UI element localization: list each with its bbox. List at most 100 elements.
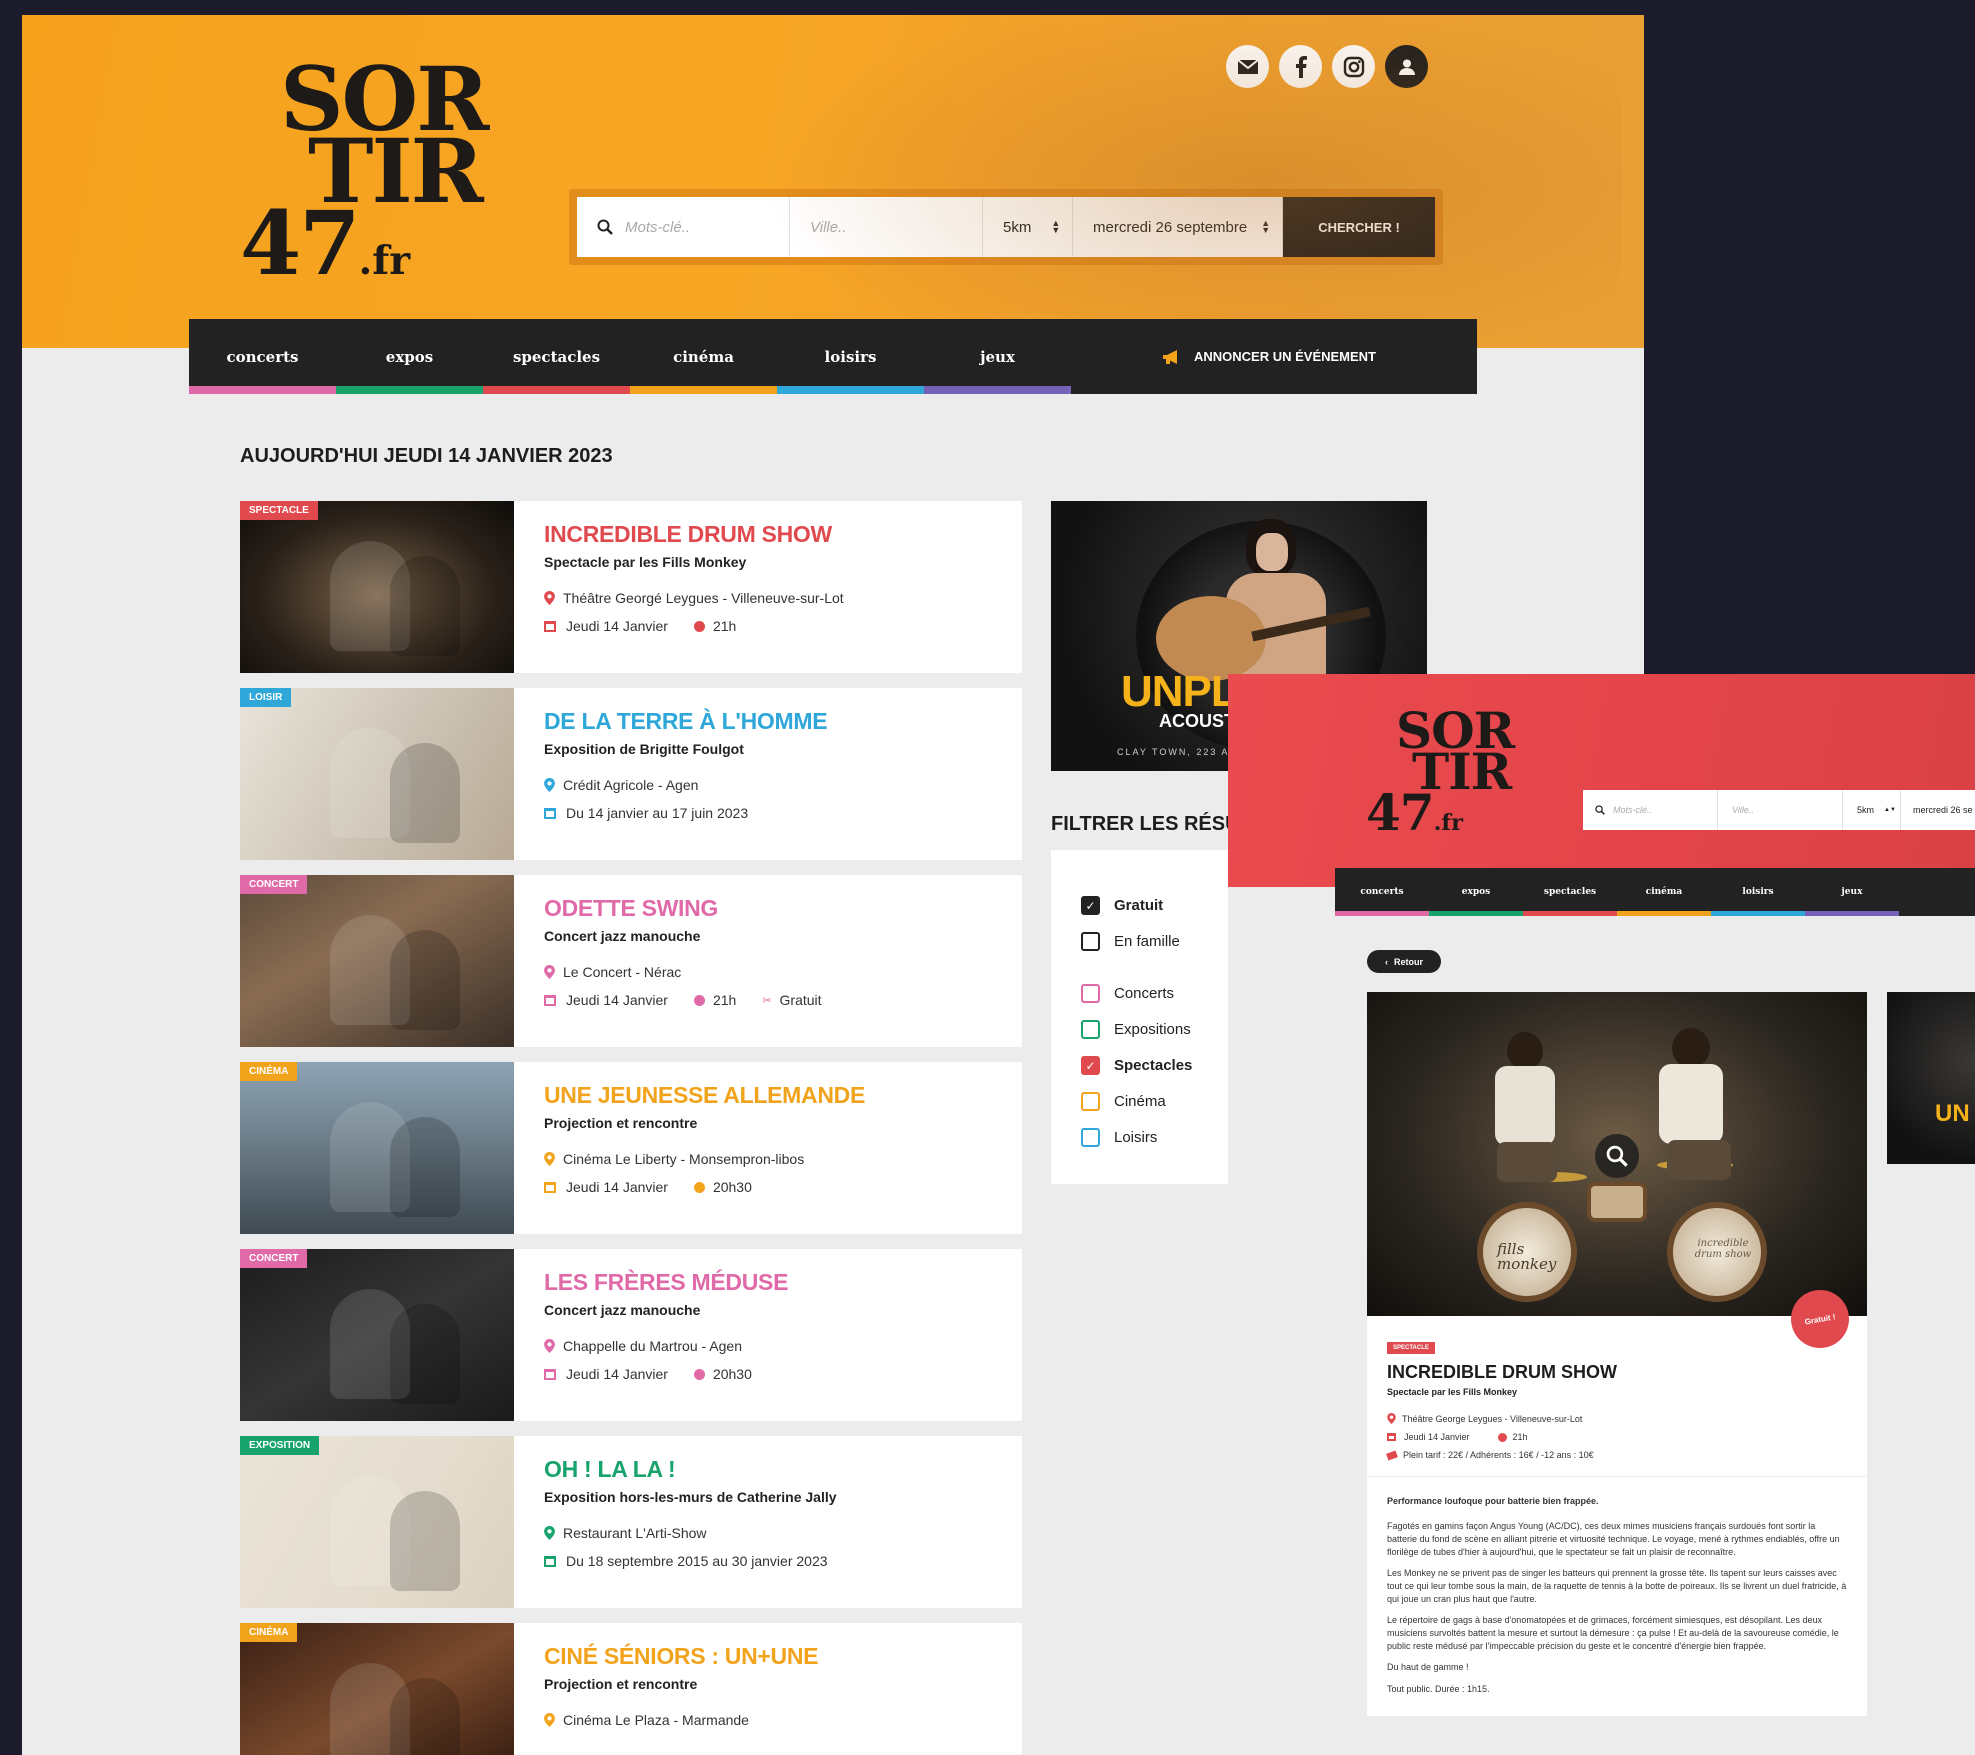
filter-title: FILTRER LES RÉSUL xyxy=(1051,813,1252,835)
nav-color-bar xyxy=(1617,911,1711,916)
back-button[interactable]: ‹ Retour xyxy=(1367,950,1441,973)
event-place-row: Restaurant L'Arti-Show xyxy=(544,1525,837,1541)
city-field[interactable]: Ville.. xyxy=(1718,790,1843,830)
announce-event-button[interactable]: ANNONCER UN ÉVÉNEMENT xyxy=(1071,319,1477,394)
filter-label: Concerts xyxy=(1114,985,1175,1002)
event-thumbnail[interactable]: CONCERT xyxy=(240,1249,514,1421)
category-tag: LOISIR xyxy=(240,688,292,707)
nav-label: jeux xyxy=(1841,887,1863,897)
event-title[interactable]: LES FRÈRES MÉDUSE xyxy=(544,1269,788,1296)
event-thumbnail[interactable]: SPECTACLE xyxy=(240,501,514,673)
event-date-row: Jeudi 14 Janvier 20h30 xyxy=(544,1366,788,1382)
ticket-icon xyxy=(1386,1450,1398,1460)
instagram-icon[interactable] xyxy=(1332,45,1375,88)
nav-label: loisirs xyxy=(824,347,877,366)
event-thumbnail[interactable]: EXPOSITION xyxy=(240,1436,514,1608)
detail-nav-item-1[interactable]: expos xyxy=(1429,868,1523,916)
user-icon[interactable] xyxy=(1385,45,1428,88)
announce-label: ANNONCER UN ÉVÉNEMENT xyxy=(1193,349,1376,364)
filter-option[interactable]: Loisirs xyxy=(1081,1128,1157,1147)
nav-item-2[interactable]: spectacles xyxy=(483,319,630,394)
zoom-button[interactable] xyxy=(1595,1134,1639,1178)
nav-label: spectacles xyxy=(512,347,601,366)
mail-icon[interactable] xyxy=(1226,45,1269,88)
radius-select[interactable]: 5km ▲▼ xyxy=(1843,790,1901,830)
nav-item-0[interactable]: concerts xyxy=(189,319,336,394)
bass-drum-right: incredible drum show xyxy=(1667,1202,1767,1302)
ad-person-face xyxy=(1256,533,1288,571)
performer-legs xyxy=(1667,1140,1731,1180)
detail-nav-item-3[interactable]: cinéma xyxy=(1617,868,1711,916)
site-logo[interactable]: SOR TIR 47.fr xyxy=(1366,706,1515,838)
event-card[interactable]: CINÉMA CINÉ SÉNIORS : UN+UNE Projection et… xyxy=(240,1623,1022,1755)
detail-nav-item-2[interactable]: spectacles xyxy=(1523,868,1617,916)
checkbox[interactable] xyxy=(1081,1128,1100,1147)
filter-option[interactable]: En famille xyxy=(1081,932,1180,951)
event-title[interactable]: DE LA TERRE À L'HOMME xyxy=(544,708,828,735)
event-photo[interactable]: fills monkey incredible drum show xyxy=(1367,992,1867,1316)
checkbox[interactable] xyxy=(1081,1020,1100,1039)
event-thumbnail[interactable]: LOISIR xyxy=(240,688,514,860)
detail-nav-item-4[interactable]: loisirs xyxy=(1711,868,1805,916)
date-select[interactable]: mercredi 26 se xyxy=(1901,790,1975,830)
filter-option[interactable]: ✓ Gratuit xyxy=(1081,896,1163,915)
clock-icon xyxy=(693,1368,705,1380)
event-place: Restaurant L'Arti-Show xyxy=(563,1525,707,1541)
event-card[interactable]: EXPOSITION OH ! LA LA ! Exposition hors-le… xyxy=(240,1436,1022,1608)
nav-label: expos xyxy=(1461,887,1491,897)
checkbox[interactable] xyxy=(1081,1092,1100,1111)
event-title[interactable]: CINÉ SÉNIORS : UN+UNE xyxy=(544,1643,819,1670)
page-title: AUJOURD'HUI JEUDI 14 JANVIER 2023 xyxy=(240,445,613,467)
detail-nav-item-0[interactable]: concerts xyxy=(1335,868,1429,916)
event-card[interactable]: LOISIR DE LA TERRE À L'HOMME Exposition de… xyxy=(240,688,1022,860)
side-ad-banner[interactable]: UN xyxy=(1887,992,1975,1164)
checkbox[interactable] xyxy=(1081,984,1100,1003)
checkbox[interactable]: ✓ xyxy=(1081,1056,1100,1075)
event-card[interactable]: SPECTACLE INCREDIBLE DRUM SHOW Spectacle p… xyxy=(240,501,1022,673)
event-title[interactable]: UNE JEUNESSE ALLEMANDE xyxy=(544,1082,865,1109)
filter-option[interactable]: Cinéma xyxy=(1081,1092,1166,1111)
radius-select[interactable]: 5km ▲ ▼ xyxy=(983,197,1073,257)
filter-option[interactable]: Concerts xyxy=(1081,984,1174,1003)
location-pin-icon xyxy=(544,965,555,979)
date-select[interactable]: mercredi 26 septembre ▲ ▼ xyxy=(1073,197,1283,257)
event-title[interactable]: INCREDIBLE DRUM SHOW xyxy=(544,521,844,548)
site-logo[interactable]: SOR TIR 47.fr xyxy=(240,55,489,287)
keyword-field[interactable]: Mots-clé.. xyxy=(1583,790,1718,830)
detail-page: SOR TIR 47.fr Mots-clé.. Ville.. 5km ▲▼ m… xyxy=(1228,674,1975,1755)
ad-footer: CLAY TOWN, 223 AV xyxy=(1117,747,1237,757)
filter-option[interactable]: ✓ Spectacles xyxy=(1081,1056,1192,1075)
event-card[interactable]: CONCERT LES FRÈRES MÉDUSE Concert jazz man… xyxy=(240,1249,1022,1421)
keyword-field[interactable]: Mots-clé.. xyxy=(577,197,790,257)
event-card[interactable]: CINÉMA UNE JEUNESSE ALLEMANDE Projection e… xyxy=(240,1062,1022,1234)
social-links xyxy=(1226,45,1428,88)
category-tag: EXPOSITION xyxy=(240,1436,320,1455)
calendar-icon xyxy=(544,1368,556,1380)
event-date: Jeudi 14 Janvier 21h xyxy=(1387,1432,1847,1442)
nav-item-3[interactable]: cinéma xyxy=(630,319,777,394)
nav-label: concerts xyxy=(1360,887,1404,897)
event-thumbnail[interactable]: CINÉMA xyxy=(240,1062,514,1234)
detail-nav-item-5[interactable]: jeux xyxy=(1805,868,1899,916)
filter-option[interactable]: Expositions xyxy=(1081,1020,1191,1039)
thumbnail-figure xyxy=(390,1304,460,1404)
event-subtitle: Spectacle par les Fills Monkey xyxy=(1387,1387,1518,1397)
checkbox[interactable]: ✓ xyxy=(1081,896,1100,915)
calendar-icon xyxy=(544,1181,556,1193)
event-subtitle: Concert jazz manouche xyxy=(544,928,701,944)
event-title[interactable]: OH ! LA LA ! xyxy=(544,1456,837,1483)
search-button[interactable]: CHERCHER ! xyxy=(1283,197,1435,257)
event-thumbnail[interactable]: CONCERT xyxy=(240,875,514,1047)
city-field[interactable]: Ville.. xyxy=(790,197,983,257)
nav-item-5[interactable]: jeux xyxy=(924,319,1071,394)
checkbox[interactable] xyxy=(1081,932,1100,951)
nav-item-1[interactable]: expos xyxy=(336,319,483,394)
snare-drum xyxy=(1587,1182,1647,1222)
nav-item-4[interactable]: loisirs xyxy=(777,319,924,394)
facebook-icon[interactable] xyxy=(1279,45,1322,88)
event-card[interactable]: CONCERT ODETTE SWING Concert jazz manouche… xyxy=(240,875,1022,1047)
event-thumbnail[interactable]: CINÉMA xyxy=(240,1623,514,1755)
detail-nav: concerts expos spectacles cinéma loisirs jeux xyxy=(1335,868,1975,916)
search-icon xyxy=(1595,805,1605,815)
event-title[interactable]: ODETTE SWING xyxy=(544,895,822,922)
